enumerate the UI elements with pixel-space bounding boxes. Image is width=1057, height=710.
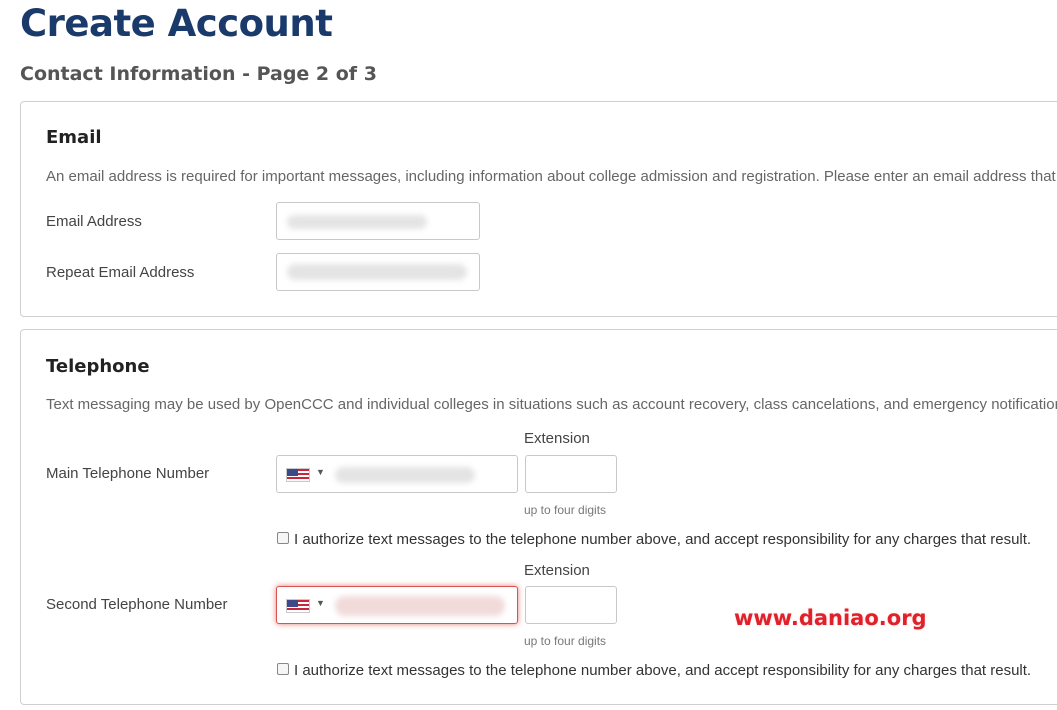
email-address-input[interactable] xyxy=(276,202,480,240)
main-telephone-input[interactable]: ▼ xyxy=(276,455,518,493)
second-extension-input[interactable] xyxy=(525,586,617,624)
repeat-email-input[interactable] xyxy=(276,253,480,291)
email-address-label: Email Address xyxy=(46,213,142,230)
page-subtitle: Contact Information - Page 2 of 3 xyxy=(20,63,377,85)
chevron-down-icon[interactable]: ▼ xyxy=(316,467,325,477)
second-authorize-checkbox[interactable] xyxy=(277,663,289,675)
email-panel: Email An email address is required for i… xyxy=(20,101,1057,317)
page-title: Create Account xyxy=(20,2,333,45)
main-telephone-label: Main Telephone Number xyxy=(46,465,210,482)
second-extension-hint: up to four digits xyxy=(524,634,607,648)
us-flag-icon[interactable] xyxy=(286,468,310,482)
second-telephone-label: Second Telephone Number xyxy=(46,596,228,613)
telephone-heading: Telephone xyxy=(46,356,150,377)
redacted-value xyxy=(335,596,505,616)
repeat-email-label: Repeat Email Address xyxy=(46,264,195,281)
us-flag-icon[interactable] xyxy=(286,599,310,613)
redacted-value xyxy=(287,215,427,229)
chevron-down-icon[interactable]: ▼ xyxy=(316,598,325,608)
second-authorize-text: I authorize text messages to the telepho… xyxy=(294,662,1032,679)
main-extension-hint: up to four digits xyxy=(524,503,607,517)
second-telephone-input[interactable]: ▼ xyxy=(276,586,518,624)
redacted-value xyxy=(335,467,475,483)
main-authorize-checkbox[interactable] xyxy=(277,532,289,544)
main-authorize-text: I authorize text messages to the telepho… xyxy=(294,531,1032,548)
telephone-description: Text messaging may be used by OpenCCC an… xyxy=(46,396,1057,413)
create-account-page: Create Account Contact Information - Pag… xyxy=(0,0,1057,710)
watermark-text: www.daniao.org xyxy=(734,606,927,630)
telephone-panel: Telephone Text messaging may be used by … xyxy=(20,329,1057,705)
email-description: An email address is required for importa… xyxy=(46,168,1057,185)
email-heading: Email xyxy=(46,127,102,148)
redacted-value xyxy=(287,264,467,280)
main-extension-label: Extension xyxy=(524,430,590,447)
main-extension-input[interactable] xyxy=(525,455,617,493)
second-extension-label: Extension xyxy=(524,562,590,579)
